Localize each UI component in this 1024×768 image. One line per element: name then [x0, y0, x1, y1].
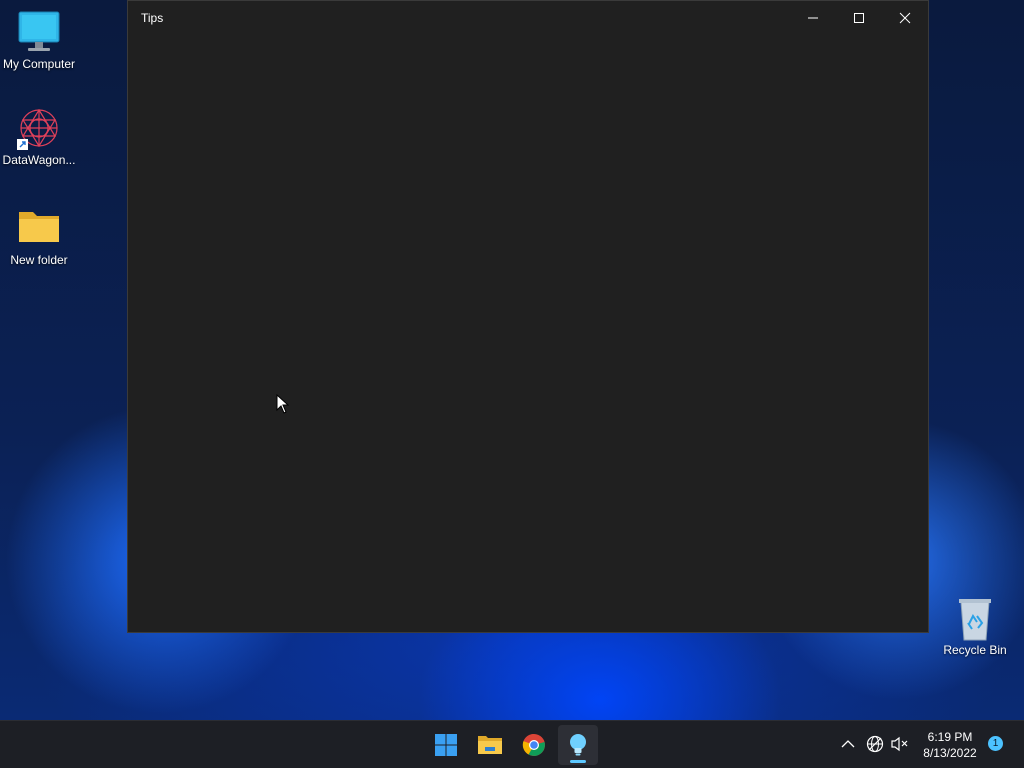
desktop-icon-datawagon[interactable]: DataWagon... — [0, 106, 78, 167]
minimize-button[interactable] — [790, 1, 836, 34]
chevron-up-icon — [841, 740, 855, 748]
show-hidden-icons-button[interactable] — [839, 735, 857, 753]
folder-icon — [478, 736, 502, 754]
maximize-icon — [854, 12, 864, 23]
desktop-icon-label: Recycle Bin — [943, 643, 1007, 657]
volume-button[interactable] — [890, 735, 908, 753]
start-button[interactable] — [426, 725, 466, 765]
folder-icon — [15, 206, 63, 250]
active-app-indicator — [570, 760, 586, 763]
notification-badge[interactable]: 1 — [988, 736, 1003, 751]
windows-logo-icon — [435, 734, 457, 756]
desktop-icon-recycle-bin[interactable]: Recycle Bin — [936, 596, 1014, 657]
volume-muted-icon — [891, 736, 908, 752]
desktop-icon-my-computer[interactable]: My Computer — [0, 10, 78, 71]
recycle-bin-icon — [951, 596, 999, 641]
desktop-icon-new-folder[interactable]: New folder — [0, 206, 78, 267]
title-bar[interactable]: Tips — [128, 1, 928, 34]
maximize-button[interactable] — [836, 1, 882, 34]
desktop-icon-label: New folder — [10, 253, 68, 267]
mouse-cursor-icon — [276, 394, 290, 414]
desktop-icon-label: My Computer — [2, 57, 76, 71]
network-button[interactable] — [866, 735, 884, 753]
taskbar-chrome[interactable] — [514, 725, 554, 765]
lightbulb-icon — [570, 734, 586, 756]
clock-time: 6:19 PM — [927, 730, 973, 744]
desktop: My Computer DataWagon... New folder Recy… — [0, 0, 1024, 720]
window-title: Tips — [141, 11, 164, 25]
clock-date: 8/13/2022 — [923, 746, 977, 760]
monitor-icon — [15, 10, 63, 54]
system-clock[interactable]: 6:19 PM 8/13/2022 — [916, 729, 984, 761]
taskbar-tips[interactable] — [558, 725, 598, 765]
tips-window: Tips — [127, 0, 929, 633]
datawagon-app-icon — [15, 106, 63, 150]
window-content — [128, 34, 928, 632]
chrome-icon — [522, 733, 545, 756]
network-icon — [866, 735, 884, 753]
close-button[interactable] — [882, 1, 928, 34]
close-icon — [899, 12, 911, 23]
taskbar: 6:19 PM 8/13/2022 — [0, 720, 1024, 768]
minimize-icon — [808, 17, 818, 18]
desktop-icon-label: DataWagon... — [2, 153, 76, 167]
taskbar-file-explorer[interactable] — [470, 725, 510, 765]
